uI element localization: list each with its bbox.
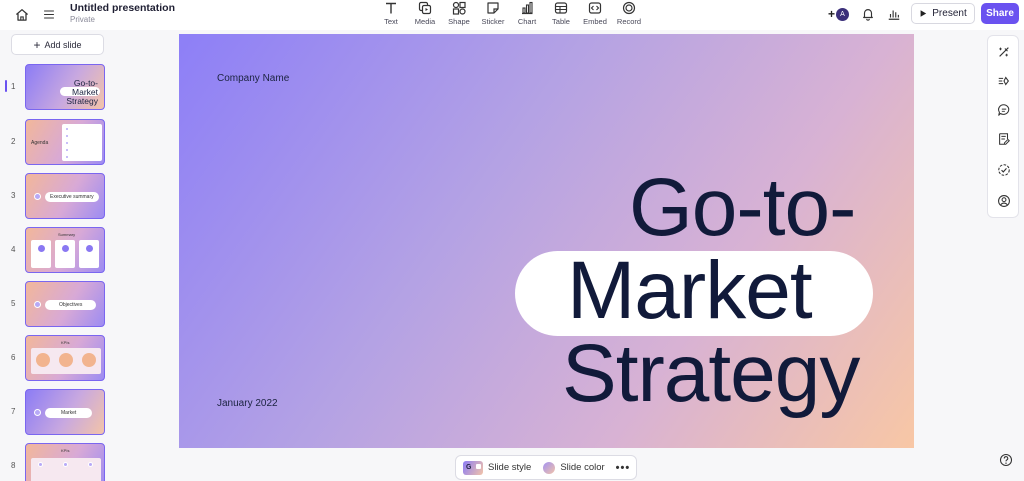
slide-number: 6	[11, 353, 16, 362]
add-collaborator-icon[interactable]: +	[828, 7, 835, 21]
slide-style-icon[interactable]: G	[463, 460, 483, 475]
sticker-tool-button[interactable]: Sticker	[476, 0, 510, 30]
document-title[interactable]: Untitled presentation	[70, 2, 175, 14]
more-options-button[interactable]: •••	[616, 462, 631, 474]
tool-label: Record	[616, 17, 642, 26]
shape-tool-button[interactable]: Shape	[442, 0, 476, 30]
present-label: Present	[932, 8, 967, 19]
table-icon	[554, 2, 568, 14]
share-button[interactable]: Share	[981, 3, 1019, 24]
slide-style-button[interactable]: Slide style	[488, 462, 531, 473]
slide-thumbnail-row[interactable]: 7 Market	[0, 389, 110, 435]
company-name-text[interactable]: Company Name	[217, 73, 289, 84]
text-icon	[386, 2, 396, 14]
thumb-title: KPIs	[61, 448, 70, 453]
thumb-title: Summary	[58, 232, 76, 237]
insert-toolbar: Text Media Shape Sticker Chart Table Emb…	[374, 0, 646, 30]
slide-thumbnail-2[interactable]: Agenda	[25, 119, 105, 165]
thumb-title: Executive summary	[45, 192, 99, 202]
thumb-title: Go-to- Market Strategy	[66, 78, 98, 106]
slide-title-line-3[interactable]: Strategy	[562, 333, 860, 415]
thumb-title: Agenda	[31, 140, 49, 146]
media-icon	[418, 1, 432, 15]
user-circle-icon[interactable]	[996, 193, 1012, 209]
slide-thumbnail-row[interactable]: 2 Agenda	[0, 119, 110, 165]
tool-label: Media	[414, 17, 436, 26]
slide-thumbnail-row[interactable]: 4 Summary	[0, 227, 110, 273]
media-tool-button[interactable]: Media	[408, 0, 442, 30]
top-bar: Untitled presentation Private Text Media…	[0, 0, 1024, 30]
thumb-title: Market	[45, 408, 93, 418]
notes-icon[interactable]	[996, 131, 1012, 147]
table-tool-button[interactable]: Table	[544, 0, 578, 30]
tool-label: Sticker	[481, 17, 505, 26]
slide-title-line-1[interactable]: Go-to-	[629, 167, 856, 249]
slide-number: 5	[11, 299, 16, 308]
notifications-bell-icon[interactable]	[860, 6, 876, 22]
embed-icon	[588, 2, 602, 14]
slide-thumbnail-7[interactable]: Market	[25, 389, 105, 435]
slide-number: 2	[11, 137, 16, 146]
text-tool-button[interactable]: Text	[374, 0, 408, 30]
tool-label: Chart	[517, 17, 537, 26]
slide-thumbnail-6[interactable]: KPIs	[25, 335, 105, 381]
slide-number: 7	[11, 407, 16, 416]
slide-color-icon[interactable]	[543, 461, 556, 474]
chart-tool-button[interactable]: Chart	[510, 0, 544, 30]
record-tool-button[interactable]: Record	[612, 0, 646, 30]
slide-thumbnail-8[interactable]: KPIs	[25, 443, 105, 481]
tool-label: Shape	[448, 17, 470, 26]
plus-icon: +	[33, 37, 41, 52]
active-indicator	[5, 80, 7, 92]
play-icon	[920, 10, 927, 17]
right-tool-panel	[987, 35, 1019, 218]
slide-thumbnail-row[interactable]: 6 KPIs	[0, 335, 110, 381]
thumb-title: KPIs	[61, 340, 70, 345]
slide-title-line-2[interactable]: Market	[567, 250, 813, 332]
menu-icon[interactable]	[39, 5, 59, 23]
slide-thumbnail-3[interactable]: Executive summary	[25, 173, 105, 219]
magic-tools-icon[interactable]	[996, 44, 1012, 60]
privacy-status: Private	[70, 15, 95, 24]
slide-thumbnail-row[interactable]: 5 Objectives	[0, 281, 110, 327]
slide-number: 4	[11, 245, 16, 254]
shape-icon	[452, 1, 466, 15]
presentation-editor: Untitled presentation Private Text Media…	[0, 0, 1024, 481]
add-slide-label: Add slide	[44, 39, 82, 50]
slide-number: 1	[11, 82, 16, 91]
slide-thumbnail-4[interactable]: Summary	[25, 227, 105, 273]
collaborators[interactable]: + A	[824, 5, 850, 23]
sticker-icon	[487, 2, 499, 14]
avatar[interactable]: A	[836, 7, 850, 21]
help-icon[interactable]	[998, 452, 1014, 468]
slide-thumbnail-5[interactable]: Objectives	[25, 281, 105, 327]
slide-thumbnail-row[interactable]: 1 Go-to- Market Strategy	[0, 64, 110, 110]
home-icon[interactable]	[12, 5, 32, 23]
tool-label: Embed	[583, 17, 607, 26]
analytics-icon[interactable]	[886, 6, 902, 22]
slide-thumbnail-row[interactable]: 3 Executive summary	[0, 173, 110, 219]
chart-icon	[522, 1, 533, 15]
slide-format-toolbar: G Slide style Slide color •••	[455, 455, 637, 480]
tool-label: Table	[552, 17, 570, 26]
comment-icon[interactable]	[996, 102, 1012, 118]
thumb-title: Objectives	[45, 300, 97, 310]
slide-thumbnail-1[interactable]: Go-to- Market Strategy	[25, 64, 105, 110]
slide-number: 3	[11, 191, 16, 200]
tool-label: Text	[384, 17, 398, 26]
embed-tool-button[interactable]: Embed	[578, 0, 612, 30]
slide-thumbnail-row[interactable]: 8 KPIs	[0, 443, 110, 481]
add-slide-button[interactable]: + Add slide	[11, 34, 104, 55]
slide-color-button[interactable]: Slide color	[560, 462, 604, 473]
slide-number: 8	[11, 461, 16, 470]
record-icon	[622, 1, 636, 15]
animation-icon[interactable]	[996, 73, 1012, 89]
date-text[interactable]: January 2022	[217, 398, 278, 409]
present-button[interactable]: Present	[911, 3, 975, 24]
checklist-icon[interactable]	[996, 162, 1012, 178]
slide-canvas[interactable]: Company Name Go-to- Market Strategy Janu…	[179, 34, 914, 448]
